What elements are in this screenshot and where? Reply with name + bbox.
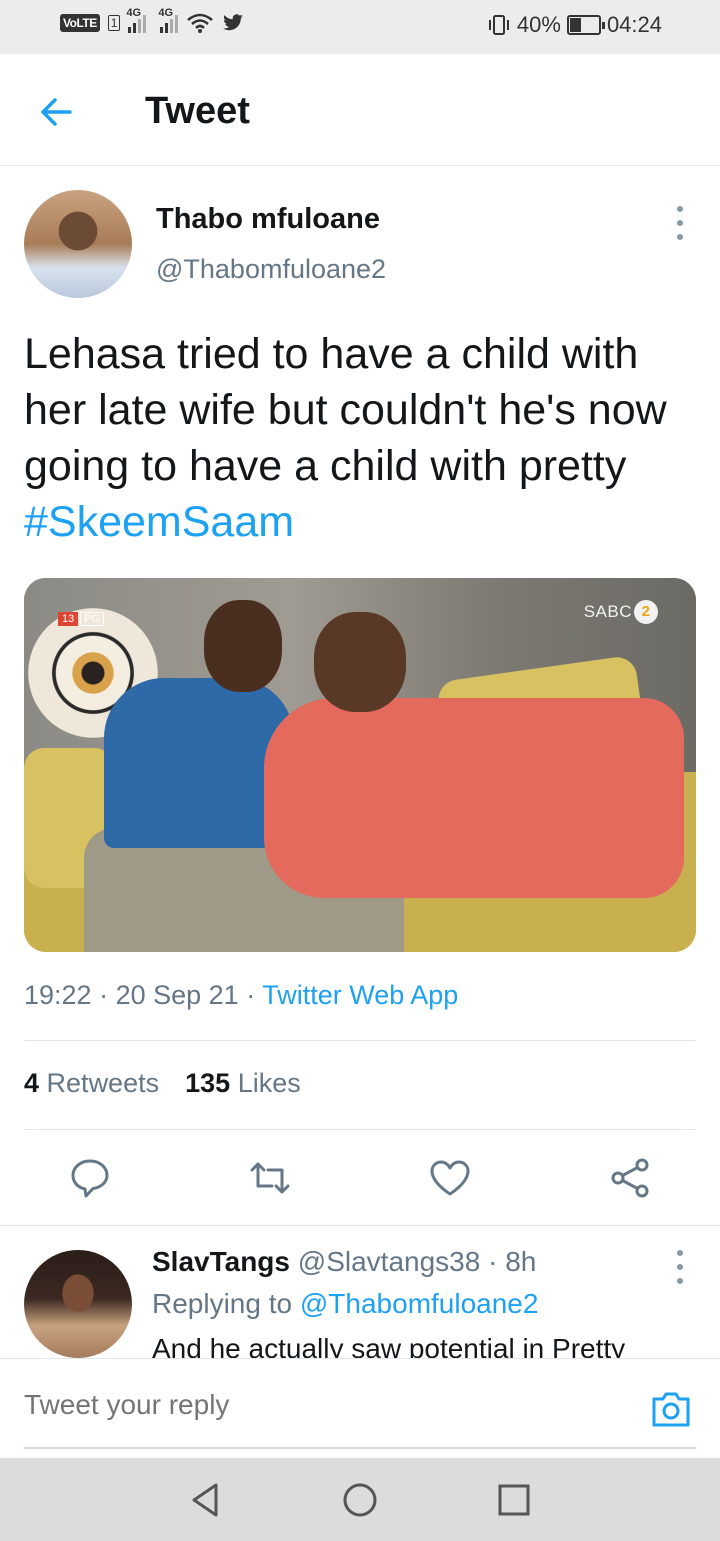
tweet-text: Lehasa tried to have a child with her la… xyxy=(24,326,704,550)
reply-header: SlavTangs @Slavtangs38 · 8h xyxy=(152,1246,537,1277)
input-underline xyxy=(24,1447,696,1449)
author-name[interactable]: Thabo mfuloane xyxy=(156,203,380,236)
twitter-bird-icon xyxy=(223,14,244,31)
divider xyxy=(0,1225,720,1226)
camera-icon[interactable] xyxy=(650,1389,692,1429)
nav-back-icon[interactable] xyxy=(186,1480,226,1520)
status-right: 40% 04:24 xyxy=(487,12,662,38)
divider xyxy=(24,1040,696,1041)
hashtag-link[interactable]: #SkeemSaam xyxy=(24,498,294,546)
battery-percent: 40% xyxy=(516,12,561,37)
sim-icon: 1 xyxy=(107,15,121,31)
battery-icon xyxy=(566,15,605,35)
tweet-image[interactable]: 13 PG SABC 2 xyxy=(24,578,696,952)
reply-author-handle[interactable]: @Slavtangs38 xyxy=(298,1246,481,1277)
signal-icon: 4G xyxy=(158,7,179,33)
age-rating-badge: 13 PG xyxy=(58,612,105,626)
reply-composer xyxy=(0,1358,720,1458)
replying-to: Replying to @Thabomfuloane2 xyxy=(152,1288,539,1319)
reply-text-container: And he actually saw potential in Pretty xyxy=(0,1330,720,1358)
channel-logo: SABC 2 xyxy=(584,600,658,624)
status-left: VoLTE 1 4G 4G xyxy=(60,7,244,34)
volte-badge: VoLTE xyxy=(60,14,100,32)
person-head xyxy=(204,600,282,692)
reply-more-options-icon[interactable] xyxy=(670,1250,690,1284)
retweets-stat[interactable]: 4 Retweets xyxy=(24,1068,159,1098)
person-dress xyxy=(264,698,684,898)
status-bar: VoLTE 1 4G 4G 40% 04:24 xyxy=(0,0,720,54)
clock: 04:24 xyxy=(606,12,662,37)
person-head xyxy=(314,612,406,712)
back-arrow-icon[interactable] xyxy=(36,92,76,132)
reply-text: And he actually saw potential in Pretty xyxy=(152,1333,626,1358)
reply-icon[interactable] xyxy=(68,1156,112,1200)
reply-input[interactable] xyxy=(24,1389,624,1421)
network-type: 4G xyxy=(158,7,174,19)
nav-home-icon[interactable] xyxy=(340,1480,380,1520)
like-heart-icon[interactable] xyxy=(428,1156,472,1200)
nav-recents-icon[interactable] xyxy=(494,1480,534,1520)
tweet-body: Lehasa tried to have a child with her la… xyxy=(24,330,667,490)
tweet-date: 20 Sep 21 xyxy=(115,980,239,1010)
more-options-icon[interactable] xyxy=(670,206,690,240)
author-avatar[interactable] xyxy=(24,190,132,298)
divider xyxy=(24,1129,696,1130)
retweet-icon[interactable] xyxy=(248,1156,292,1200)
wifi-icon xyxy=(187,13,214,33)
tweet-source[interactable]: Twitter Web App xyxy=(262,980,458,1010)
tweet-stats: 4 Retweets 135 Likes xyxy=(24,1068,301,1099)
network-type: 4G xyxy=(126,7,142,19)
likes-stat[interactable]: 135 Likes xyxy=(185,1068,301,1098)
vibrate-icon xyxy=(488,15,509,35)
tweet-meta: 19:22 · 20 Sep 21 · Twitter Web App xyxy=(24,980,459,1010)
mention-link[interactable]: @Thabomfuloane2 xyxy=(300,1288,539,1319)
author-handle[interactable]: @Thabomfuloane2 xyxy=(156,254,386,285)
signal-icon: 4G xyxy=(126,7,147,33)
share-icon[interactable] xyxy=(608,1156,652,1200)
page-title: Tweet xyxy=(145,90,250,132)
app-header: Tweet xyxy=(0,54,720,166)
system-nav-bar xyxy=(0,1458,720,1541)
tweet-time: 19:22 xyxy=(24,980,92,1010)
reply-author-name[interactable]: SlavTangs xyxy=(152,1246,290,1277)
reply-age: 8h xyxy=(505,1246,537,1277)
